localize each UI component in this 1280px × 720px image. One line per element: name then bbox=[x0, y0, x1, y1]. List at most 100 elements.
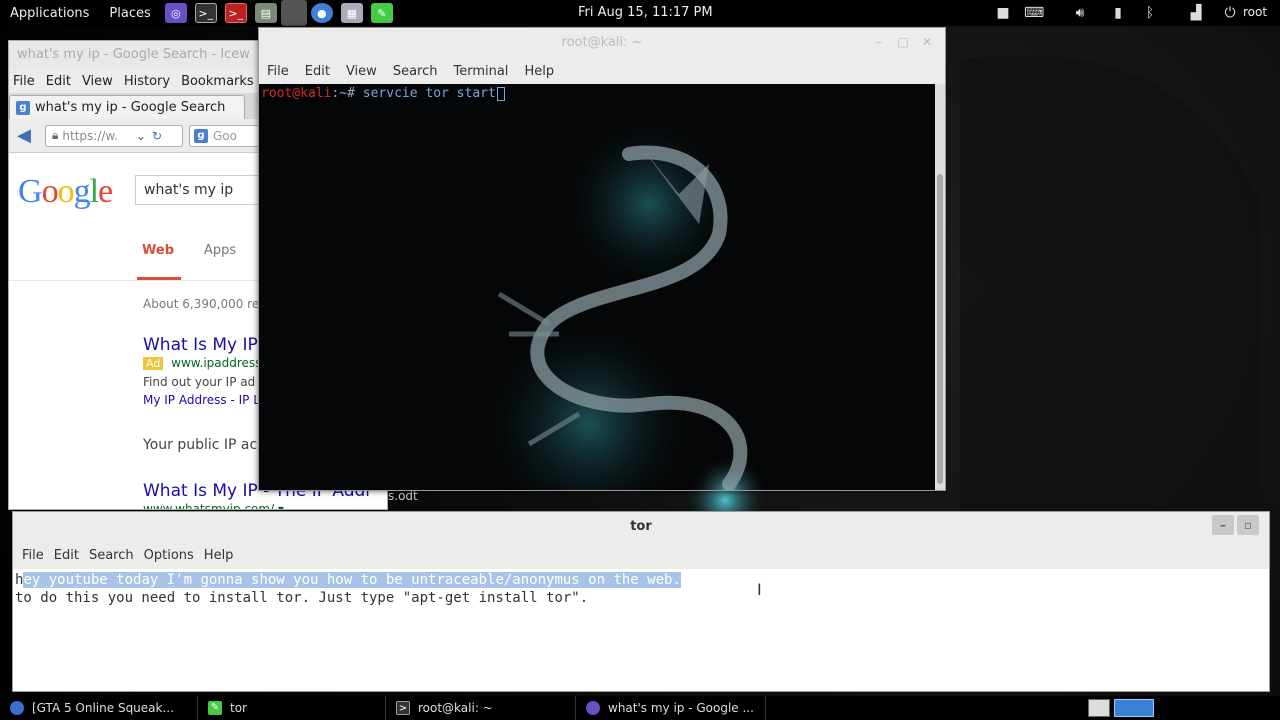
places-menu[interactable]: Places bbox=[99, 6, 160, 21]
browser-menu-edit[interactable]: Edit bbox=[44, 74, 78, 89]
browser-menu-view[interactable]: View bbox=[80, 74, 120, 89]
terminal-scrollbar[interactable] bbox=[935, 84, 945, 490]
terminal-scroll-thumb[interactable] bbox=[937, 174, 943, 484]
result-count: About 6,390,000 re bbox=[143, 297, 260, 311]
minimize-icon[interactable]: – bbox=[867, 28, 891, 56]
result-2-url[interactable]: www.whatsmyip.com/ ▾ bbox=[143, 502, 284, 509]
metasploit-launcher-icon[interactable]: >_ bbox=[224, 3, 247, 23]
browser-launcher-icon[interactable]: ● bbox=[310, 3, 333, 23]
public-ip-text: Your public IP ac bbox=[143, 437, 258, 453]
taskbar-item-tor[interactable]: ✎ tor bbox=[198, 696, 386, 720]
volume-icon[interactable]: 🔊︎ bbox=[1070, 3, 1090, 23]
terminal-command: servcie tor start bbox=[362, 86, 496, 101]
taskbar-item-label: what's my ip - Google ... bbox=[608, 701, 754, 715]
maximize-icon[interactable]: ▫ bbox=[1237, 515, 1259, 535]
selected-text: ey youtube today I'm gonna show you how … bbox=[23, 572, 681, 588]
clock[interactable]: Fri Aug 15, 11:17 PM bbox=[578, 5, 713, 20]
google-logo[interactable]: Google bbox=[18, 173, 113, 211]
taskbar-item-terminal[interactable]: > root@kali: ~ bbox=[386, 696, 576, 720]
terminal-menu-help[interactable]: Help bbox=[516, 64, 562, 79]
editor-menubar: File Edit Search Options Help bbox=[13, 542, 1269, 568]
editor-text-area[interactable]: hey youtube today I'm gonna show you how… bbox=[13, 569, 1269, 691]
terminal-titlebar[interactable]: root@kali: ~ – □ ✕ bbox=[259, 28, 945, 58]
lock-icon: 🔒︎ bbox=[52, 128, 59, 142]
ad-badge: Ad bbox=[143, 357, 164, 370]
browser-tab[interactable]: g what's my ip - Google Search bbox=[9, 95, 245, 119]
result-1-title[interactable]: What Is My IP bbox=[143, 335, 258, 355]
taskbar-item-browser[interactable]: what's my ip - Google ... bbox=[576, 696, 766, 720]
minimize-icon[interactable]: – bbox=[1212, 515, 1234, 535]
tab-apps[interactable]: Apps bbox=[204, 243, 236, 258]
iceweasel-launcher-icon[interactable]: ◎ bbox=[164, 3, 187, 23]
gedit-icon: ✎ bbox=[208, 701, 222, 715]
network-signal-icon[interactable]: ▟ bbox=[1186, 3, 1206, 23]
battery-icon[interactable]: ▮ bbox=[1108, 3, 1128, 23]
terminal-menu-edit[interactable]: Edit bbox=[297, 64, 338, 79]
editor-menu-help[interactable]: Help bbox=[199, 548, 239, 563]
user-label[interactable]: root bbox=[1243, 5, 1267, 19]
editor-menu-edit[interactable]: Edit bbox=[49, 548, 84, 563]
search-engine-bar[interactable]: g Goo bbox=[189, 124, 269, 147]
iceweasel-icon bbox=[586, 701, 600, 715]
desktop-file-label[interactable]: s.odt bbox=[388, 489, 418, 503]
workspace-switcher[interactable] bbox=[1114, 699, 1154, 717]
close-icon[interactable]: ✕ bbox=[915, 28, 939, 56]
back-arrow-icon[interactable]: ◀ bbox=[13, 125, 35, 147]
terminal-menu-terminal[interactable]: Terminal bbox=[445, 64, 516, 79]
window-switcher-icon[interactable] bbox=[280, 0, 307, 26]
taskbar-item-label: tor bbox=[230, 701, 247, 715]
maximize-icon[interactable]: □ bbox=[891, 28, 915, 56]
reload-icon[interactable]: ↻ bbox=[152, 129, 162, 143]
terminal-menubar: File Edit View Search Terminal Help bbox=[259, 58, 945, 84]
google-engine-icon[interactable]: g bbox=[194, 128, 208, 143]
result-1-url-row: Ad www.ipaddress bbox=[143, 356, 261, 370]
result-1-sitelink[interactable]: My IP Address - IP L bbox=[143, 393, 260, 407]
editor-title: tor bbox=[630, 519, 652, 534]
text-editor-launcher-icon[interactable]: ▤ bbox=[254, 3, 277, 23]
browser-menu-file[interactable]: File bbox=[11, 74, 42, 89]
browser-tab-label: what's my ip - Google Search bbox=[35, 100, 226, 115]
bluetooth-icon[interactable]: ᛒ bbox=[1140, 3, 1160, 23]
chromium-icon bbox=[10, 701, 24, 715]
editor-menu-search[interactable]: Search bbox=[84, 548, 139, 563]
text-cursor-icon: I bbox=[757, 580, 762, 599]
url-bar[interactable]: 🔒︎ https://w. ⌄ ↻ bbox=[45, 124, 183, 147]
editor-menu-file[interactable]: File bbox=[17, 548, 49, 563]
terminal-body[interactable]: root@kali:~# servcie tor start bbox=[259, 84, 935, 490]
show-desktop-icon[interactable] bbox=[1088, 699, 1110, 717]
search-engine-placeholder: Goo bbox=[213, 128, 237, 143]
terminal-menu-file[interactable]: File bbox=[259, 64, 297, 79]
editor-line-2: to do this you need to install tor. Just… bbox=[15, 590, 589, 606]
result-1-snippet: Find out your IP ad bbox=[143, 375, 256, 389]
prompt-path: :~# bbox=[331, 86, 363, 101]
editor-titlebar[interactable]: tor – ▫ bbox=[13, 512, 1269, 542]
browser-menu-bookmarks[interactable]: Bookmarks bbox=[179, 74, 261, 89]
editor-menu-options[interactable]: Options bbox=[139, 548, 199, 563]
user-icon[interactable]: ⏻ bbox=[1220, 3, 1240, 23]
taskbar-item-video[interactable]: [GTA 5 Online Squeak... bbox=[0, 696, 198, 720]
terminal-cursor bbox=[496, 86, 505, 101]
google-favicon-icon: g bbox=[16, 100, 30, 115]
browser-menu-history[interactable]: History bbox=[122, 74, 177, 89]
prompt-user: root@kali bbox=[261, 86, 332, 101]
terminal-title: root@kali: ~ bbox=[561, 35, 643, 50]
dropdown-chevron-icon[interactable]: ⌄ bbox=[136, 129, 146, 143]
terminal-command-line: root@kali:~# servcie tor start bbox=[261, 86, 505, 101]
terminal-menu-view[interactable]: View bbox=[338, 64, 385, 79]
editor-window-controls: – ▫ bbox=[1209, 515, 1259, 535]
bottom-taskbar: [GTA 5 Online Squeak... ✎ tor > root@kal… bbox=[0, 696, 1280, 720]
url-text: https://w. bbox=[62, 128, 118, 143]
taskbar-item-label: root@kali: ~ bbox=[418, 701, 493, 715]
gedit-launcher-icon[interactable]: ✎ bbox=[370, 3, 393, 23]
tab-web[interactable]: Web bbox=[142, 243, 174, 258]
applications-menu[interactable]: Applications bbox=[0, 6, 99, 21]
result-1-url[interactable]: www.ipaddress bbox=[171, 356, 261, 370]
taskbar-item-label: [GTA 5 Online Squeak... bbox=[32, 701, 174, 715]
terminal-menu-search[interactable]: Search bbox=[385, 64, 446, 79]
file-manager-launcher-icon[interactable]: ▦ bbox=[340, 3, 363, 23]
editor-window: tor – ▫ File Edit Search Options Help he… bbox=[12, 511, 1270, 692]
keyboard-icon[interactable]: ⌨ bbox=[1024, 3, 1044, 23]
terminal-launcher-icon[interactable]: >_ bbox=[194, 3, 217, 23]
stop-icon[interactable]: ■ bbox=[993, 3, 1013, 23]
editor-line-1: hey youtube today I'm gonna show you how… bbox=[15, 571, 1267, 589]
